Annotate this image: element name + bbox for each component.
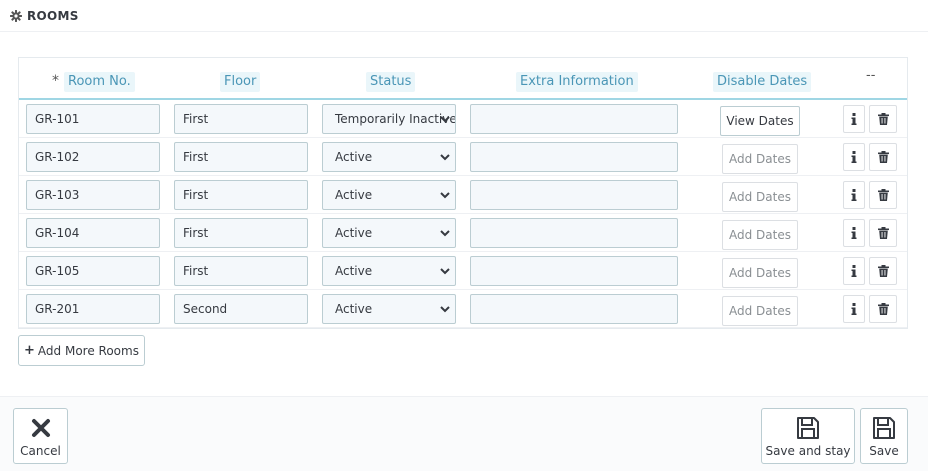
required-asterisk: * <box>52 73 59 89</box>
chevron-down-icon <box>439 303 451 315</box>
add-dates-button[interactable]: Add Dates <box>722 144 798 174</box>
status-select[interactable]: Active <box>322 294 456 324</box>
add-more-rooms-label: Add More Rooms <box>37 343 139 358</box>
extra-information-input[interactable] <box>470 180 678 210</box>
floor-input[interactable]: First <box>174 104 308 134</box>
chevron-down-icon <box>439 189 451 201</box>
cancel-button[interactable]: Cancel <box>13 408 68 464</box>
table-header: * Room No. Floor Status Extra Informatio… <box>19 58 907 100</box>
add-dates-button[interactable]: Add Dates <box>722 296 798 326</box>
chevron-down-icon <box>439 151 451 163</box>
floor-input[interactable]: First <box>174 180 308 210</box>
trash-icon <box>877 151 889 163</box>
status-select[interactable]: Active <box>322 180 456 210</box>
table-row: GR-101 First Temporarily Inactive View Date… <box>19 100 907 138</box>
extra-information-input[interactable] <box>470 142 678 172</box>
chevron-down-icon <box>439 227 451 239</box>
status-select-value: Active <box>335 188 373 202</box>
delete-row-button[interactable] <box>869 181 897 209</box>
panel-title: ROOMS <box>27 8 79 23</box>
add-dates-button[interactable]: Add Dates <box>722 220 798 250</box>
status-select[interactable]: Active <box>322 256 456 286</box>
room-number-input[interactable]: GR-104 <box>26 218 160 248</box>
save-button[interactable]: Save <box>860 408 908 464</box>
panel-heading: ROOMS <box>0 0 928 32</box>
info-icon <box>851 189 857 201</box>
status-select-value: Active <box>335 302 373 316</box>
floor-input[interactable]: Second <box>174 294 308 324</box>
view-dates-button[interactable]: View Dates <box>720 106 800 136</box>
info-icon <box>851 265 857 277</box>
status-select[interactable]: Active <box>322 142 456 172</box>
info-icon <box>851 227 857 239</box>
close-icon <box>31 415 51 441</box>
trash-icon <box>877 113 889 125</box>
extra-information-input[interactable] <box>470 294 678 324</box>
room-number-input[interactable]: GR-201 <box>26 294 160 324</box>
add-dates-button[interactable]: Add Dates <box>722 182 798 212</box>
floor-input[interactable]: First <box>174 256 308 286</box>
delete-row-button[interactable] <box>869 219 897 247</box>
table-row: GR-102 First Active Add Dates <box>19 138 907 176</box>
floppy-disk-icon <box>871 415 897 441</box>
room-number-input[interactable]: GR-102 <box>26 142 160 172</box>
status-select-value: Active <box>335 226 373 240</box>
extra-information-input[interactable] <box>470 218 678 248</box>
floor-input[interactable]: First <box>174 218 308 248</box>
extra-information-input[interactable] <box>470 256 678 286</box>
chevron-down-icon <box>439 265 451 277</box>
add-more-rooms-button[interactable]: + Add More Rooms <box>18 335 145 366</box>
rooms-table: * Room No. Floor Status Extra Informatio… <box>18 57 908 329</box>
status-select-value: Active <box>335 264 373 278</box>
delete-row-button[interactable] <box>869 295 897 323</box>
delete-row-button[interactable] <box>869 257 897 285</box>
info-button[interactable] <box>843 295 865 323</box>
room-number-input[interactable]: GR-105 <box>26 256 160 286</box>
header-status: Status <box>366 72 416 92</box>
trash-icon <box>877 227 889 239</box>
table-row: GR-105 First Active Add Dates <box>19 252 907 290</box>
room-number-input[interactable]: GR-103 <box>26 180 160 210</box>
table-row: GR-104 First Active Add Dates <box>19 214 907 252</box>
table-row: GR-201 Second Active Add Dates <box>19 290 907 328</box>
status-select[interactable]: Temporarily Inactive <box>322 104 456 134</box>
info-button[interactable] <box>843 143 865 171</box>
trash-icon <box>877 265 889 277</box>
extra-information-input[interactable] <box>470 104 678 134</box>
status-select[interactable]: Active <box>322 218 456 248</box>
save-and-stay-label: Save and stay <box>765 443 851 458</box>
info-button[interactable] <box>843 257 865 285</box>
delete-row-button[interactable] <box>869 105 897 133</box>
floor-input[interactable]: First <box>174 142 308 172</box>
header-room-no: Room No. <box>64 72 135 92</box>
trash-icon <box>877 189 889 201</box>
plus-icon: + <box>24 343 35 358</box>
status-select-value: Temporarily Inactive <box>335 112 456 126</box>
header-floor: Floor <box>220 72 261 92</box>
form-footer: Cancel Save and stay Save <box>0 396 928 471</box>
header-disable-dates: Disable Dates <box>713 72 812 92</box>
status-select-value: Active <box>335 150 373 164</box>
table-row: GR-103 First Active Add Dates <box>19 176 907 214</box>
info-button[interactable] <box>843 219 865 247</box>
header-extra-information: Extra Information <box>516 72 638 92</box>
cancel-label: Cancel <box>20 443 61 458</box>
save-and-stay-button[interactable]: Save and stay <box>761 408 855 464</box>
gear-icon <box>10 9 22 22</box>
header-actions: -- <box>866 68 876 83</box>
add-dates-button[interactable]: Add Dates <box>722 258 798 288</box>
info-icon <box>851 151 857 163</box>
info-button[interactable] <box>843 105 865 133</box>
info-button[interactable] <box>843 181 865 209</box>
save-label: Save <box>869 443 899 458</box>
chevron-down-icon <box>439 113 451 125</box>
trash-icon <box>877 303 889 315</box>
floppy-disk-icon <box>795 415 821 441</box>
info-icon <box>851 303 857 315</box>
room-number-input[interactable]: GR-101 <box>26 104 160 134</box>
delete-row-button[interactable] <box>869 143 897 171</box>
info-icon <box>851 113 857 125</box>
